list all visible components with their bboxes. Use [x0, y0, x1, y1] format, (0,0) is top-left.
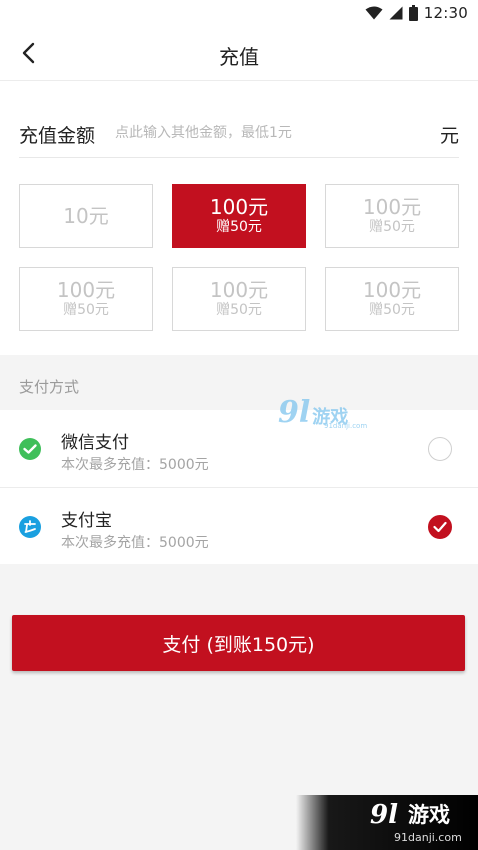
option-amount: 100元: [362, 195, 422, 219]
amount-option-3[interactable]: 100元 赠50元: [325, 184, 459, 248]
amount-row: 充值金额 元: [19, 111, 459, 158]
corner-logo-number: 9l: [370, 800, 398, 830]
corner-logo: 9l 游戏 91danji.com: [296, 795, 478, 850]
option-bonus: 赠50元: [216, 302, 262, 318]
status-time: 12:30: [423, 4, 468, 22]
option-bonus: 赠50元: [216, 219, 262, 235]
amount-option-5[interactable]: 100元 赠50元: [172, 267, 306, 331]
corner-logo-text: 游戏: [408, 803, 450, 827]
amount-option-2[interactable]: 100元 赠50元: [172, 184, 306, 248]
wifi-icon: [365, 6, 383, 20]
nav-bar: 充值: [0, 26, 478, 81]
payment-method-header: 支付方式: [19, 378, 80, 396]
amount-option-4[interactable]: 100元 赠50元: [19, 267, 153, 331]
amount-option-1[interactable]: 10元: [19, 184, 153, 248]
amount-unit: 元: [439, 125, 459, 147]
amount-section: 充值金额 元 10元 100元 赠50元 100元 赠50元 100元 赠50元…: [0, 81, 478, 355]
check-icon: [433, 521, 447, 533]
option-amount: 100元: [209, 278, 269, 302]
option-bonus: 赠50元: [63, 302, 109, 318]
payment-method-alipay[interactable]: 支付宝 本次最多充值：5000元: [0, 487, 478, 564]
option-amount: 10元: [63, 204, 109, 228]
amount-option-6[interactable]: 100元 赠50元: [325, 267, 459, 331]
status-icons: 12:30: [365, 4, 468, 22]
wechat-pay-icon: [19, 438, 41, 460]
option-bonus: 赠50元: [369, 302, 415, 318]
pay-button[interactable]: 支付 (到账150元): [12, 615, 465, 671]
watermark-number: 9l: [278, 395, 311, 430]
status-bar: 12:30: [0, 0, 478, 26]
payment-method-wechat[interactable]: 微信支付 本次最多充值：5000元: [0, 410, 478, 487]
battery-icon: [408, 5, 418, 21]
corner-logo-url: 91danji.com: [394, 831, 462, 844]
option-amount: 100元: [56, 278, 116, 302]
option-amount: 100元: [209, 195, 269, 219]
payment-method-name: 支付宝: [61, 511, 112, 531]
page-title: 充值: [219, 45, 259, 69]
payment-method-limit: 本次最多充值：5000元: [61, 457, 209, 473]
watermark-logo: 9l 游戏 91danji.com: [278, 395, 367, 431]
signal-icon: [389, 6, 403, 20]
radio-button[interactable]: [428, 515, 452, 539]
amount-label: 充值金额: [19, 125, 96, 147]
payment-method-list: 微信支付 本次最多充值：5000元 支付宝 本次最多充值：5000元: [0, 410, 478, 564]
option-bonus: 赠50元: [369, 219, 415, 235]
alipay-icon: [19, 516, 41, 538]
payment-method-limit: 本次最多充值：5000元: [61, 535, 209, 551]
option-amount: 100元: [362, 278, 422, 302]
radio-button[interactable]: [428, 437, 452, 461]
amount-input[interactable]: [115, 120, 425, 146]
watermark-url: 91danji.com: [324, 422, 368, 430]
payment-method-name: 微信支付: [61, 433, 129, 453]
